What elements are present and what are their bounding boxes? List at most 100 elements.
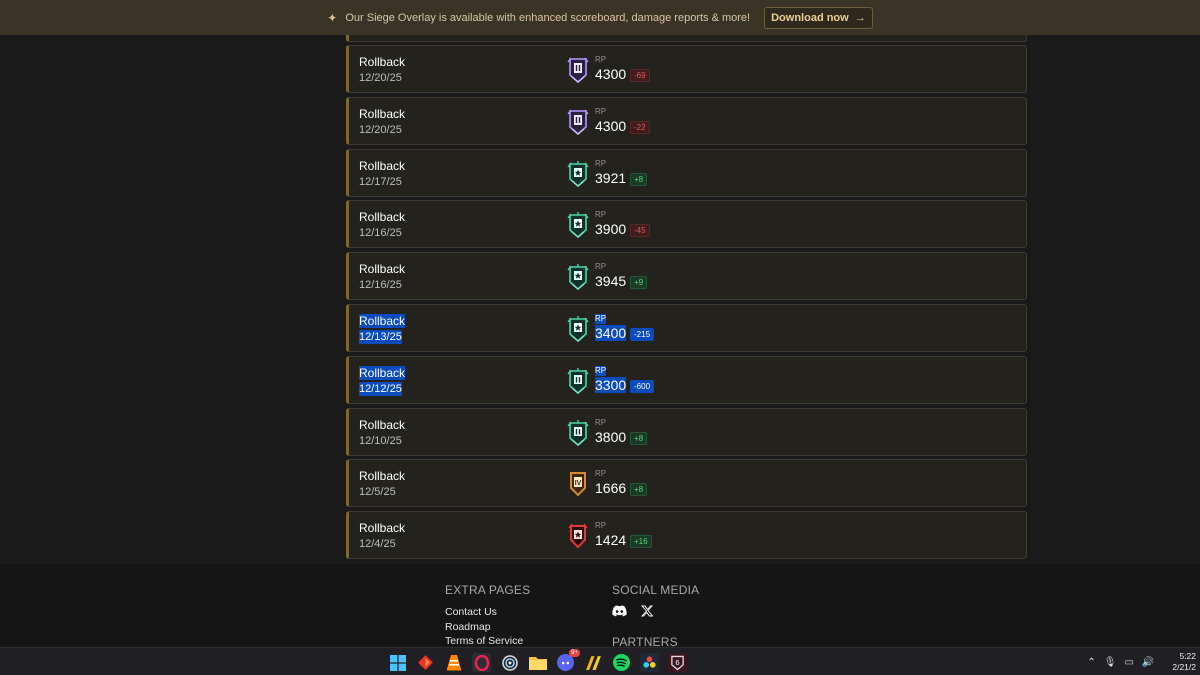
rp-value: 3300 [595,376,627,393]
vlc-icon[interactable] [444,653,463,672]
rp-label: RP [595,313,607,324]
rp-value: 1424 [595,532,627,549]
match-type: Rollback [359,521,406,536]
match-type: Rollback [359,417,406,432]
display-icon[interactable]: ▭ [1124,657,1133,668]
rp-delta-badge: -22 [630,120,650,134]
windows-start-icon[interactable] [388,653,407,672]
match-type: Rollback [359,262,406,277]
rp-label: RP [595,106,607,116]
microphone-icon[interactable]: 🎙 [1104,657,1117,668]
match-date: 12/16/25 [359,227,402,240]
match-date: 12/17/25 [359,175,402,188]
download-now-label: Download now [771,11,849,24]
chevron-up-icon[interactable]: ⌃ [1087,657,1095,668]
match-history-row[interactable]: Rollback 12/12/25 RP 3300 -600 [346,355,1027,404]
rp-label: RP [595,417,607,427]
circle-app-icon[interactable] [500,653,519,672]
rp-delta-badge: +9 [630,276,648,290]
match-history-row[interactable]: Rollback 12/10/25 RP 3800 +8 [346,407,1027,456]
match-date: 12/5/25 [359,486,396,499]
clock-date: 2/21/2 [1172,662,1196,672]
taskbar-apps: 9+ 6 [388,649,687,672]
match-date: 12/10/25 [359,434,402,447]
rp-value: 1666 [595,480,627,497]
red-diamond-app-icon[interactable] [416,653,435,672]
match-type: Rollback [359,313,406,328]
rank-badge-icon [567,522,589,550]
rp-delta-badge: -215 [630,327,655,341]
rp-label: RP [595,469,607,479]
match-history-row[interactable]: Rollback 12/17/25 RP 3921 +8 [346,148,1027,197]
rank-badge-icon: IV [567,470,589,498]
rp-label: RP [595,210,607,220]
rank-badge-icon [567,367,589,395]
volume-icon[interactable]: 🔊 [1142,657,1154,668]
match-history-row[interactable]: Rollback 12/16/25 RP 3900 -45 [346,200,1027,249]
siege-app-icon[interactable]: 6 [668,653,687,672]
rp-delta-badge: -600 [630,379,655,393]
extra-pages-section: EXTRA PAGES Contact Us Roadmap Terms of … [445,583,530,649]
rank-badge-icon [567,160,589,188]
match-history-row[interactable]: Rollback 12/20/25 RP 4300 -69 [346,45,1027,93]
rp-value: 3800 [595,428,627,445]
banner-text: Our Siege Overlay is available with enha… [345,11,751,24]
davinci-resolve-icon[interactable] [640,653,659,672]
match-date: 12/13/25 [359,329,402,344]
discord-icon[interactable] [612,605,627,617]
sparkle-icon: ✦ [327,10,338,25]
match-history-row[interactable]: Rollback 12/16/25 RP 3945 +9 [346,252,1027,301]
match-history-row[interactable]: Rollback 12/5/25 IV RP 1666 +8 [346,459,1027,508]
rp-value: 4300 [595,66,627,82]
windows-taskbar: 9+ 6 ⌃ 🎙 ▭ 🔊 5:22 2/21/2 [0,647,1200,675]
rank-badge-icon [567,315,589,343]
arrow-right-icon: → [854,11,866,24]
x-twitter-icon[interactable] [641,605,653,617]
match-type: Rollback [359,210,406,225]
rp-label: RP [595,55,607,64]
rp-label: RP [595,262,607,272]
match-type: Rollback [359,106,406,121]
match-type: Rollback [359,365,406,380]
chevron-app-icon[interactable] [584,653,603,672]
match-date: 12/20/25 [359,123,402,136]
roadmap-link[interactable]: Roadmap [445,620,530,635]
notification-badge: 9+ [569,649,580,657]
match-date: 12/4/25 [359,538,396,551]
site-footer: EXTRA PAGES Contact Us Roadmap Terms of … [0,564,1200,649]
rp-delta-badge: +8 [630,172,648,186]
rp-delta-badge: +8 [630,431,648,445]
social-media-section: SOCIAL MEDIA PARTNERS [612,583,699,657]
rank-badge-icon [567,263,589,291]
page: ✦ Our Siege Overlay is available with en… [0,0,1200,675]
list-item-partial [346,35,1027,42]
rp-value: 3921 [595,169,627,186]
contact-us-link[interactable]: Contact Us [445,605,530,620]
rank-badge-icon [567,56,589,84]
rp-label: RP [595,365,607,376]
match-type: Rollback [359,55,406,69]
spotify-icon[interactable] [612,653,631,672]
discord-taskbar-icon[interactable]: 9+ [556,649,580,672]
match-date: 12/12/25 [359,381,402,396]
clock[interactable]: 5:22 2/21/2 [1172,651,1196,673]
match-type: Rollback [359,158,406,173]
promo-banner: ✦ Our Siege Overlay is available with en… [0,0,1200,35]
social-media-title: SOCIAL MEDIA [612,583,700,597]
match-type: Rollback [359,469,406,484]
match-history-row[interactable]: Rollback 12/20/25 RP 4300 -22 [346,96,1027,145]
match-history-row[interactable]: Rollback 12/13/25 RP 3400 -215 [346,303,1027,352]
rp-value: 3400 [595,324,627,341]
rp-value: 3900 [595,221,627,238]
file-explorer-icon[interactable] [528,653,547,672]
social-links [612,605,699,617]
opera-gx-icon[interactable] [472,653,491,672]
system-tray: ⌃ 🎙 ▭ 🔊 5:22 2/21/2 [1087,648,1200,675]
clock-time: 5:22 [1179,651,1196,661]
match-history-row[interactable]: Rollback 12/4/25 RP 1424 +16 [346,511,1027,560]
download-now-button[interactable]: Download now → [764,6,873,29]
match-date: 12/20/25 [359,72,402,84]
match-date: 12/16/25 [359,279,402,292]
rp-delta-badge: -69 [630,69,650,82]
match-history-list: Rollback 12/20/25 RP 4300 -69 Rollback 12/20/2… [346,35,1027,563]
